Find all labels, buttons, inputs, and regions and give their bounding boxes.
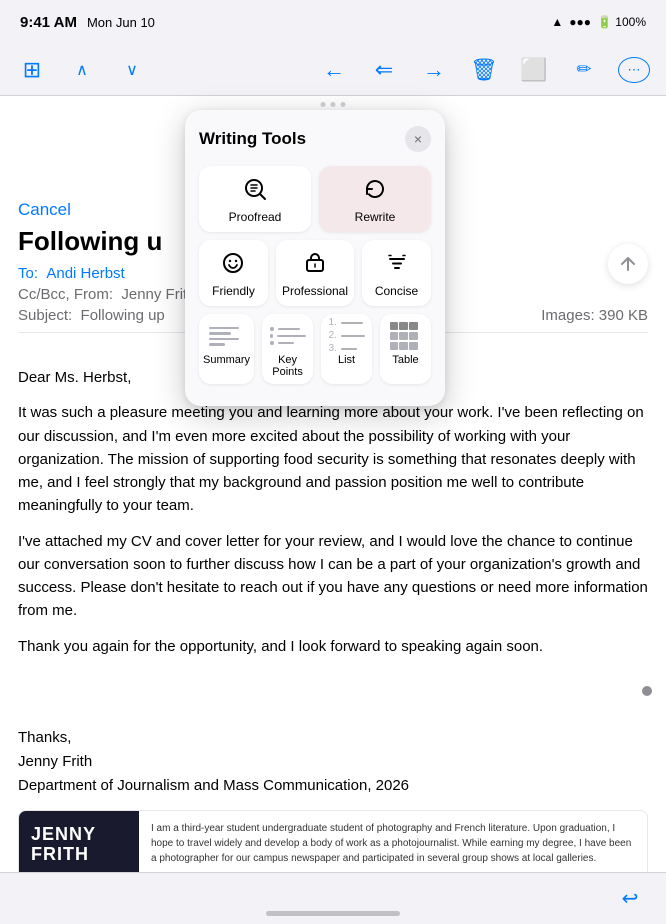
modal-drag-indicator <box>321 102 346 107</box>
more-button[interactable]: ⋯ <box>618 57 650 83</box>
email-paragraph-1: It was such a pleasure meeting you and l… <box>18 401 648 517</box>
sig-closing: Thanks, Jenny Frith Department of Journa… <box>18 726 648 798</box>
email-paragraph-3: Thank you again for the opportunity, and… <box>18 635 648 658</box>
list-label: List <box>338 354 355 366</box>
status-bar: 9:41 AM Mon Jun 10 ▲ ●●● 🔋 100% <box>0 0 666 44</box>
to-name: Andi Herbst <box>46 265 124 282</box>
battery-icon: 🔋 100% <box>597 15 646 29</box>
toolbar: ⊞ ∧ ∨ ← ⇐ → 🗑 ⬜ ✏ ⋯ <box>0 44 666 96</box>
wifi-icon: ▲ <box>551 15 563 29</box>
nav-up-button[interactable]: ∧ <box>66 60 98 80</box>
writing-tools-modal: Writing Tools × Proofread <box>185 110 445 406</box>
status-icons: ▲ ●●● 🔋 100% <box>551 15 646 29</box>
compose-button[interactable]: ✏ <box>568 59 600 80</box>
key-points-label: KeyPoints <box>272 354 303 378</box>
drag-handle-bottom[interactable] <box>642 686 652 696</box>
summary-label: Summary <box>203 354 250 366</box>
status-time: 9:41 AM <box>20 14 77 31</box>
concise-button[interactable]: Concise <box>362 240 431 306</box>
concise-icon <box>384 250 410 280</box>
thread-back-button[interactable]: ⇐ <box>368 57 400 83</box>
trash-button[interactable]: 🗑 <box>468 57 500 83</box>
friendly-button[interactable]: Friendly <box>199 240 268 306</box>
concise-label: Concise <box>375 284 418 298</box>
rewrite-icon <box>362 176 388 206</box>
folder-button[interactable]: ⬜ <box>518 57 550 83</box>
back-button[interactable]: ← <box>318 57 350 83</box>
images-meta: Images: 390 KB <box>541 307 648 324</box>
writing-tools-close-button[interactable]: × <box>405 126 431 152</box>
summary-icon <box>209 322 245 350</box>
proofread-icon <box>242 176 268 206</box>
email-paragraph-2: I've attached my CV and cover letter for… <box>18 530 648 623</box>
sig-card-left: JENNY FRITH <box>19 811 139 879</box>
nav-down-button[interactable]: ∨ <box>116 60 148 80</box>
writing-tools-title: Writing Tools <box>199 129 306 149</box>
send-button[interactable] <box>608 244 648 284</box>
writing-tools-row-2: Friendly Professional Conci <box>199 240 431 306</box>
writing-tools-row-1: Proofread Rewrite <box>199 166 431 232</box>
professional-icon <box>302 250 328 280</box>
sig-name-big-line1: JENNY <box>31 825 127 845</box>
table-button[interactable]: Table <box>380 314 431 384</box>
proofread-button[interactable]: Proofread <box>199 166 311 232</box>
friendly-icon <box>220 250 246 280</box>
key-points-icon <box>270 322 306 350</box>
key-points-button[interactable]: KeyPoints <box>262 314 313 384</box>
cancel-button[interactable]: Cancel <box>18 200 71 220</box>
rewrite-label: Rewrite <box>355 210 396 224</box>
sig-name-big-line2: FRITH <box>31 845 127 865</box>
sidebar-toggle-button[interactable]: ⊞ <box>16 57 48 83</box>
professional-button[interactable]: Professional <box>276 240 354 306</box>
cc-label: Cc/Bcc, From: <box>18 286 113 303</box>
forward-button[interactable]: → <box>418 57 450 83</box>
reply-toolbar-button[interactable]: ↩ <box>614 886 646 911</box>
professional-label: Professional <box>282 284 348 298</box>
writing-tools-row-3: Summary KeyPoints <box>199 314 431 384</box>
home-bar <box>266 911 400 916</box>
list-button[interactable]: 1. 2. 3. List <box>321 314 372 384</box>
list-icon: 1. 2. 3. <box>329 322 365 350</box>
friendly-label: Friendly <box>212 284 255 298</box>
table-icon <box>390 322 422 350</box>
table-label: Table <box>392 354 418 366</box>
status-date: Mon Jun 10 <box>87 15 155 30</box>
sig-card-bio: I am a third-year student undergraduate … <box>139 811 647 876</box>
email-body[interactable]: Dear Ms. Herbst, It was such a pleasure … <box>18 366 648 670</box>
subject-meta: Subject: Following up <box>18 307 165 324</box>
summary-button[interactable]: Summary <box>199 314 254 384</box>
bottom-bar: ↩ <box>0 872 666 924</box>
writing-tools-header: Writing Tools × <box>199 126 431 152</box>
rewrite-button[interactable]: Rewrite <box>319 166 431 232</box>
signal-icon: ●●● <box>569 15 591 29</box>
to-label: To: <box>18 265 38 282</box>
proofread-label: Proofread <box>229 210 282 224</box>
